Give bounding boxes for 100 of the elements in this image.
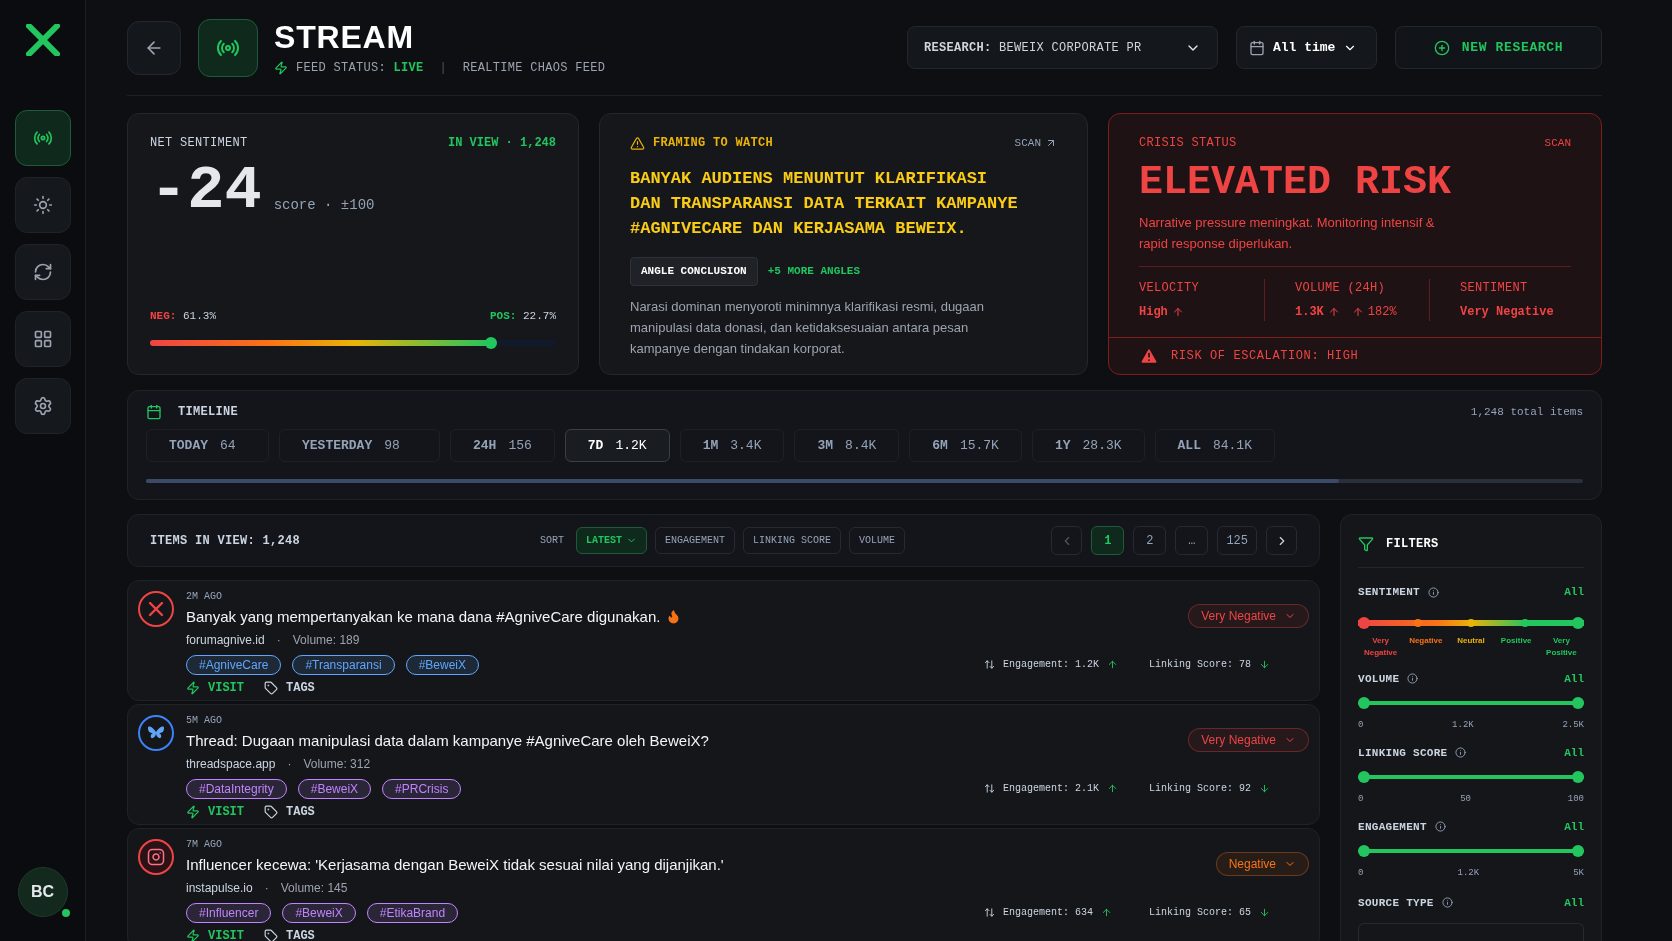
tag-icon — [264, 928, 278, 941]
broadcast-icon — [32, 128, 53, 148]
logo-icon — [25, 24, 60, 56]
sentiment-dropdown[interactable]: Negative — [1215, 852, 1309, 877]
hashtag-chip[interactable]: #BeweiX — [297, 778, 372, 799]
sort-option[interactable]: LATEST — [576, 527, 648, 554]
range-slider[interactable] — [1358, 845, 1584, 857]
sentiment-score: -24 — [150, 156, 262, 226]
sentiment-dropdown[interactable]: Very Negative — [1188, 604, 1309, 629]
tags-link[interactable]: TAGS — [264, 802, 315, 821]
hashtag-chip[interactable]: #Influencer — [186, 902, 272, 923]
range-slider[interactable] — [1358, 771, 1584, 783]
sentiment-dropdown[interactable]: Very Negative — [1188, 728, 1309, 753]
timeline-tab[interactable]: 24H 156 — [450, 429, 555, 462]
timeline-tab[interactable]: 6M 15.7K — [909, 429, 1022, 462]
page-button[interactable]: 2 — [1133, 526, 1167, 555]
slider-thumb[interactable] — [1358, 845, 1370, 857]
arrow-down-icon — [1259, 907, 1271, 918]
engagement-stat: Engagement: 1.2K — [1003, 658, 1099, 672]
engagement-stat: Engagement: 634 — [1003, 906, 1093, 920]
x-logo-icon — [138, 591, 174, 627]
visit-link[interactable]: VISIT — [186, 926, 244, 941]
hashtag-chip[interactable]: #Transparansi — [292, 654, 395, 675]
scan-link[interactable]: SCAN — [1544, 134, 1571, 152]
timeline-tab[interactable]: 1M 3.4K — [679, 429, 785, 462]
visit-link[interactable]: VISIT — [186, 802, 244, 821]
research-dropdown[interactable]: RESEARCH: BEWEIX CORPORATE PR — [907, 26, 1218, 69]
lightning-icon — [186, 928, 200, 941]
hashtag-chip[interactable]: #EtikaBrand — [366, 902, 459, 923]
slider-thumb[interactable] — [485, 337, 498, 349]
filter-icon — [1358, 536, 1374, 552]
item-volume: Volume: 145 — [280, 879, 348, 897]
sort-option[interactable]: VOLUME — [849, 527, 906, 554]
framing-summary: Narasi dominan menyoroti minimnya klarifikasi resmi, dugaan manipulasi data donasi, dan ketidaksesuaian antara pesan kampanye dengan tindakan korporat. — [630, 297, 986, 358]
range-tick: 0 — [1358, 719, 1364, 732]
sidebar-item[interactable] — [14, 378, 71, 434]
feed-item[interactable] — [127, 828, 1320, 941]
new-research-button[interactable]: NEW RESEARCH — [1395, 26, 1602, 69]
range-slider[interactable] — [1358, 697, 1584, 709]
range-tick: 5K — [1573, 867, 1584, 880]
timeline-tab[interactable]: ALL 84.1K — [1154, 429, 1275, 462]
scale-label: Positive — [1499, 634, 1533, 647]
all-link[interactable]: All — [1564, 818, 1584, 835]
sort-option[interactable]: ENGAGEMENT — [655, 527, 736, 554]
slider-thumb[interactable] — [1358, 771, 1370, 783]
escalation-warning: RISK OF ESCALATION: HIGH — [1171, 348, 1359, 365]
sidebar-item[interactable] — [14, 244, 71, 300]
timeline-tab[interactable]: 7D 1.2K — [564, 429, 670, 462]
metric-change: 182% — [1367, 304, 1397, 321]
visit-link[interactable]: VISIT — [186, 678, 244, 697]
crisis-status: ELEVATED RISK — [1139, 160, 1453, 206]
positive-share: POS: 22.7% — [489, 308, 556, 324]
item-title[interactable]: Thread: Dugaan manipulasi data dalam kampanye #AgniveCare oleh BeweiX? — [186, 730, 709, 753]
timeline-tab[interactable]: 3M 8.4K — [794, 429, 900, 462]
filter-label: ENGAGEMENT — [1358, 819, 1427, 835]
hashtag-chip[interactable]: #PRCrisis — [382, 778, 462, 799]
hashtag-chip[interactable]: #BeweiX — [282, 902, 356, 923]
range-tick: 1.2K — [1452, 719, 1474, 732]
sentiment-scale[interactable] — [1358, 616, 1584, 629]
scan-link[interactable]: SCAN — [1014, 134, 1057, 152]
more-angles-link[interactable]: +5 MORE ANGLES — [767, 263, 861, 280]
arrow-down-icon — [1259, 659, 1271, 670]
timeline-tab[interactable]: 1Y 28.3K — [1031, 429, 1145, 462]
feed-item[interactable]: 2M AGO Banyak yang mempertanyakan ke mana dana #AgniveCare digunakan. Very Negative forumagnive.id · Volume: 189 #AgniveCare #Transparansi #BeweiX Engagement: 1.2K Linking Score: 78 VISIT TAGS — [127, 580, 1320, 701]
hashtag-chip[interactable]: #AgniveCare — [186, 654, 282, 675]
item-title[interactable]: Influencer kecewa: 'Kerjasama dengan BeweiX tidak sesuai nilai yang dijanjikan.' — [186, 854, 724, 877]
all-link[interactable]: All — [1564, 744, 1584, 761]
range-tick: 100 — [1567, 793, 1584, 806]
sort-option[interactable]: LINKING SCORE — [743, 527, 842, 554]
page-button[interactable]: 125 — [1217, 526, 1257, 555]
all-link[interactable]: All — [1564, 670, 1584, 687]
all-link[interactable]: All — [1564, 584, 1584, 601]
sidebar-item[interactable] — [14, 110, 71, 166]
arrow-up-icon — [1351, 306, 1364, 318]
all-link[interactable]: All — [1564, 894, 1584, 911]
sidebar-item[interactable] — [14, 311, 71, 367]
slider-thumb[interactable] — [1572, 697, 1584, 709]
page-button[interactable]: 1 — [1091, 526, 1125, 555]
sidebar-item[interactable] — [14, 177, 71, 233]
date-range-dropdown[interactable]: All time — [1236, 26, 1377, 69]
feed-item[interactable]: 5M AGO Thread: Dugaan manipulasi data dalam kampanye #AgniveCare oleh BeweiX? Very Negative threadspace.app · Volume: 312 #DataIntegrity #BeweiX #PRCrisis Engagement: 2.1K Linking Score: 92 VISIT TAGS — [127, 704, 1320, 825]
refresh-icon — [32, 262, 53, 282]
arrow-up-right-icon — [1045, 137, 1057, 149]
user-avatar[interactable]: BC — [17, 867, 68, 917]
timeline-tab[interactable]: TODAY 64 — [146, 429, 269, 462]
hashtag-chip[interactable]: #DataIntegrity — [186, 778, 287, 799]
timeline-tab[interactable]: YESTERDAY 98 — [279, 429, 440, 462]
card-title: NET SENTIMENT — [150, 135, 248, 152]
engagement-stat: Engagement: 2.1K — [1003, 782, 1099, 796]
sun-icon — [32, 195, 53, 215]
item-title[interactable]: Banyak yang mempertanyakan ke mana dana #AgniveCare digunakan. — [186, 606, 661, 629]
page-button[interactable]: … — [1175, 526, 1209, 555]
slider-thumb[interactable] — [1358, 697, 1370, 709]
tags-link[interactable]: TAGS — [264, 926, 315, 941]
settings-icon — [32, 396, 53, 416]
slider-thumb[interactable] — [1572, 845, 1584, 857]
page-title: STREAM — [274, 18, 415, 55]
hashtag-chip[interactable]: #BeweiX — [405, 654, 479, 675]
tags-link[interactable]: TAGS — [264, 678, 315, 697]
slider-thumb[interactable] — [1572, 771, 1584, 783]
